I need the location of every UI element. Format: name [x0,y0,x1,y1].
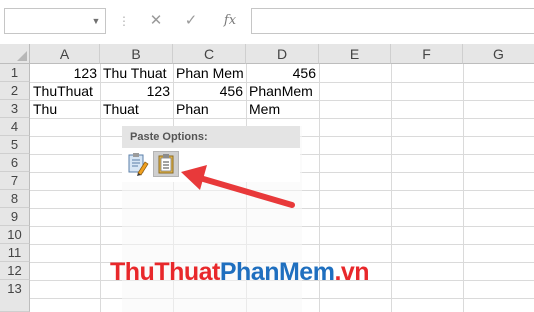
paste-text-only-icon [158,154,174,174]
paste-options-title: Paste Options: [122,126,300,148]
watermark-part2: PhanMem [219,258,335,286]
row-header-13[interactable]: 13 [0,280,30,312]
enter-button[interactable]: ✓ [180,10,202,32]
formula-input[interactable] [251,8,534,34]
column-header-a[interactable]: A [30,44,100,64]
row-header-9[interactable]: 9 [0,208,30,226]
cell-c1[interactable]: Phan Mem [173,64,246,82]
keep-source-formatting-button[interactable] [125,151,151,177]
row-header-3[interactable]: 3 [0,100,30,118]
gridline [463,64,464,312]
select-all-triangle-icon [17,51,27,61]
cell-b1[interactable]: Thu Thuat [100,64,173,82]
chevron-down-icon[interactable]: ▼ [91,16,101,26]
insert-function-button[interactable]: fx [217,10,243,32]
cancel-button[interactable]: ✕ [145,10,167,32]
cell-c2[interactable]: 456 [173,82,246,100]
cell-a3[interactable]: Thu [30,100,100,118]
row-header-10[interactable]: 10 [0,226,30,244]
row-header-1[interactable]: 1 [0,64,30,82]
watermark-part3: .vn [334,258,370,286]
cell-c3[interactable]: Phan [173,100,246,118]
row-header-7[interactable]: 7 [0,172,30,190]
row-header-12[interactable]: 12 [0,262,30,280]
row-header-4[interactable]: 4 [0,118,30,136]
column-header-f[interactable]: F [391,44,463,64]
column-header-b[interactable]: B [100,44,173,64]
column-header-e[interactable]: E [319,44,391,64]
name-box[interactable]: ▼ [4,8,106,34]
drag-handle-icon[interactable]: ⋮ [118,12,130,30]
row-header-6[interactable]: 6 [0,154,30,172]
keep-source-formatting-icon [128,153,149,176]
formula-bar: ▼ ⋮ ✕ ✓ fx [0,0,534,44]
cell-a1[interactable]: 123 [30,64,100,82]
watermark-part1: ThuThuat [110,258,220,286]
column-header-g[interactable]: G [463,44,534,64]
cell-d2[interactable]: PhanMem [246,82,319,100]
cell-b2[interactable]: 123 [100,82,173,100]
column-header-c[interactable]: C [173,44,246,64]
gridline [30,118,534,119]
column-header-d[interactable]: D [246,44,319,64]
cell-d3[interactable]: Mem [246,100,319,118]
cell-d1[interactable]: 456 [246,64,319,82]
cell-a2[interactable]: ThuThuat [30,82,100,100]
row-header-5[interactable]: 5 [0,136,30,154]
cell-b3[interactable]: Thuat [100,100,173,118]
watermark-logo: ThuThuatPhanMem.vn [110,258,440,292]
row-header-2[interactable]: 2 [0,82,30,100]
paste-text-only-button[interactable] [153,151,179,177]
select-all-button[interactable] [0,44,30,64]
row-header-11[interactable]: 11 [0,244,30,262]
row-header-8[interactable]: 8 [0,190,30,208]
